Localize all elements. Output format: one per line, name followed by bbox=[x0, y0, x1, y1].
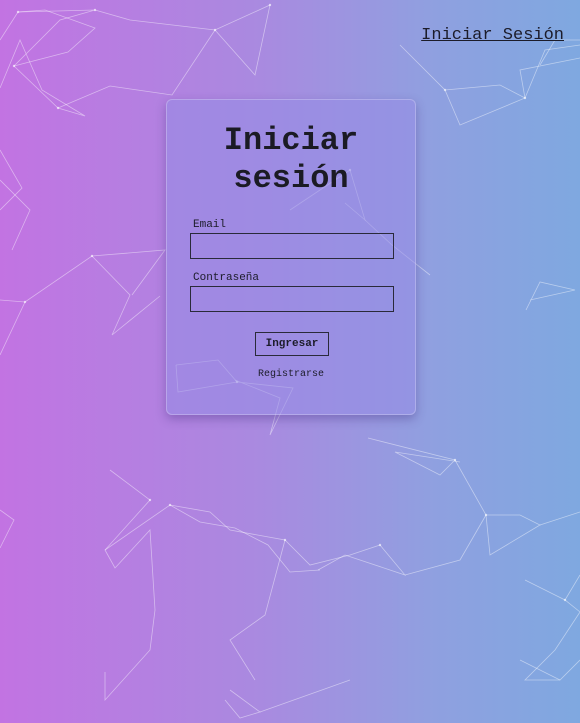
login-title: Iniciar sesión bbox=[223, 122, 359, 197]
email-label: Email bbox=[193, 219, 227, 231]
nav-login-link[interactable]: Iniciar Sesión bbox=[421, 26, 564, 45]
register-link[interactable]: Registrarse bbox=[167, 369, 415, 380]
password-label: Contraseña bbox=[193, 272, 260, 284]
password-input[interactable] bbox=[190, 286, 394, 312]
login-card: Iniciar sesión Email Contraseña Ingresar… bbox=[166, 99, 416, 415]
email-input[interactable] bbox=[190, 233, 394, 259]
submit-button[interactable]: Ingresar bbox=[255, 332, 329, 356]
